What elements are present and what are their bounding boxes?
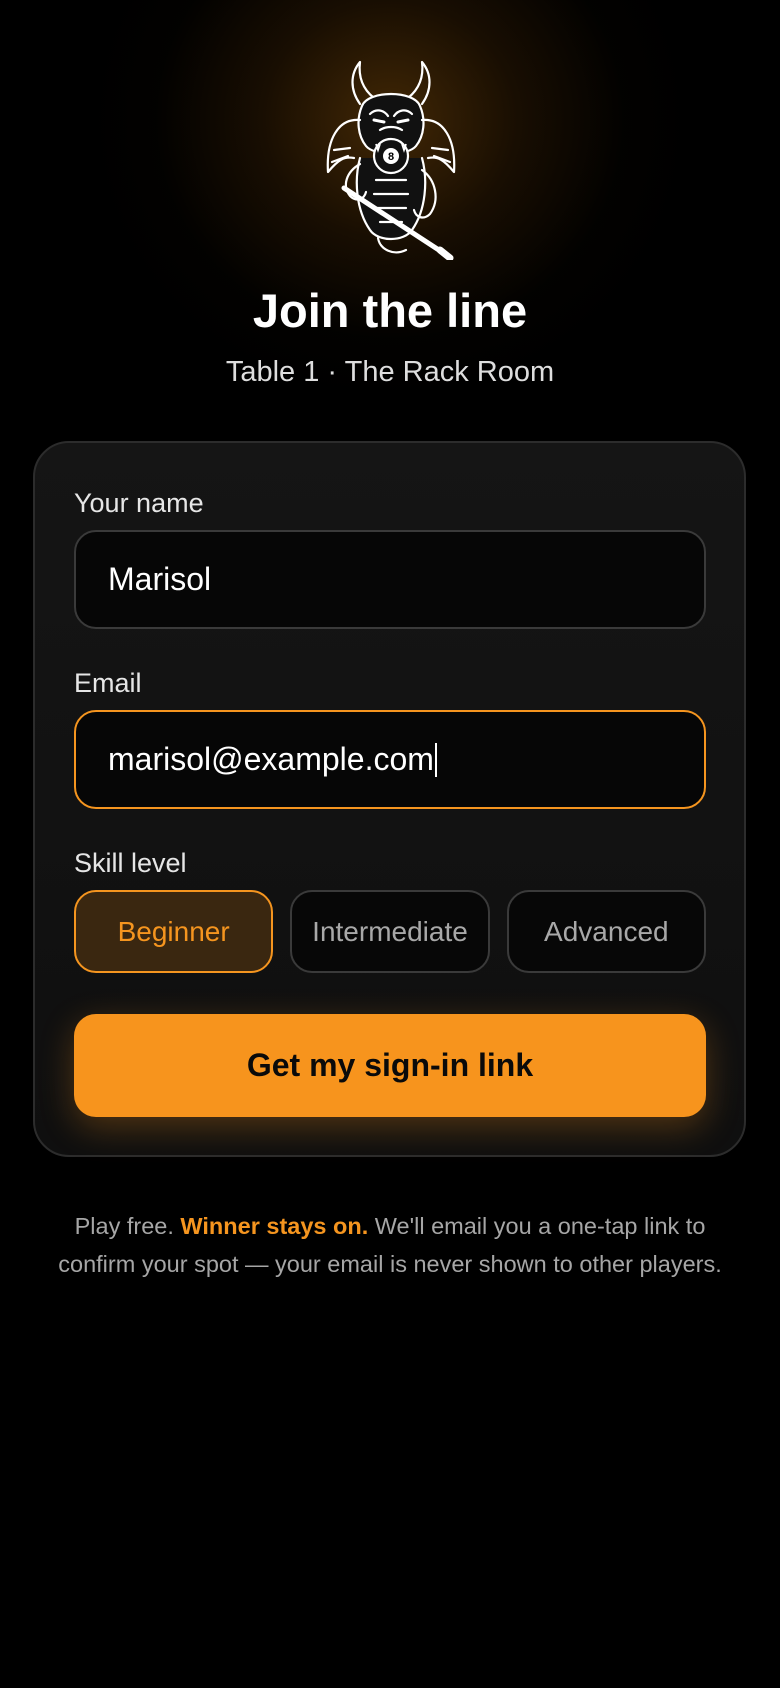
text-caret — [434, 742, 437, 777]
page-subtitle: Table 1 · The Rack Room — [225, 356, 555, 388]
email-label: Email — [74, 668, 142, 698]
skill-level-selector: Beginner Intermediate Advanced — [74, 890, 706, 973]
footer-highlight: Winner stays on. — [180, 1213, 369, 1239]
skill-option-advanced[interactable]: Advanced — [506, 890, 706, 973]
skill-level-label: Skill level — [74, 848, 187, 878]
footer-note: Play free. Winner stays on. We'll email … — [40, 1207, 740, 1283]
join-line-page: 8 Join the line Table 1 · The Rack Room … — [0, 0, 780, 1688]
skill-option-beginner[interactable]: Beginner — [74, 890, 274, 973]
name-field[interactable]: Marisol — [74, 530, 706, 629]
email-value: marisol@example.com — [108, 741, 434, 777]
skill-option-intermediate[interactable]: Intermediate — [290, 890, 490, 973]
email-field[interactable]: marisol@example.com — [74, 710, 706, 809]
name-label: Your name — [74, 488, 204, 518]
dragon-eight-ball-mascot-icon: 8 — [326, 60, 456, 260]
svg-text:8: 8 — [388, 151, 394, 163]
page-title: Join the line — [252, 284, 528, 337]
name-value: Marisol — [108, 561, 212, 597]
footer-lead: Play free. — [74, 1213, 174, 1239]
get-sign-in-link-button[interactable]: Get my sign-in link — [74, 1014, 706, 1117]
